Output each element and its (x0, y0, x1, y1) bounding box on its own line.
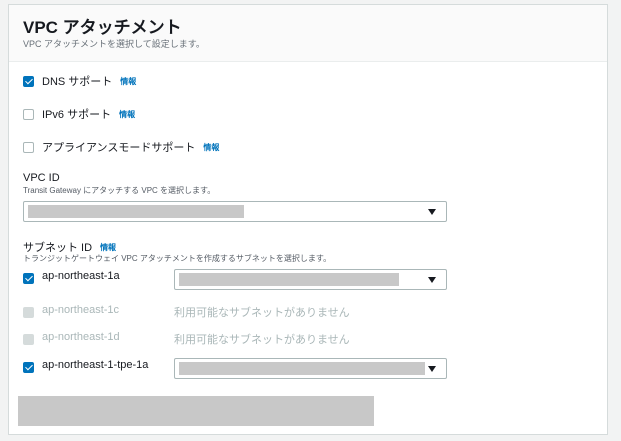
appliance-mode-label: アプライアンスモードサポート (42, 142, 196, 154)
dns-support-option[interactable]: DNS サポート 情報 (23, 73, 136, 89)
chevron-down-icon (428, 277, 436, 283)
az-tpe-1a-subnet-value-redacted (179, 362, 425, 375)
chevron-down-icon (428, 209, 436, 215)
ipv6-support-option[interactable]: IPv6 サポート 情報 (23, 106, 135, 122)
vpc-id-description: Transit Gateway にアタッチする VPC を選択します。 (23, 186, 216, 195)
az-tpe-1a-checkbox[interactable] (23, 362, 34, 373)
az-tpe-1a-subnet-select[interactable] (174, 358, 447, 379)
az-1a-subnet-value-redacted (179, 273, 399, 286)
dns-support-label: DNS サポート (42, 76, 113, 88)
chevron-down-icon (428, 366, 436, 372)
ipv6-support-label: IPv6 サポート (42, 109, 112, 121)
ipv6-support-checkbox[interactable] (23, 108, 34, 120)
az-1a-subnet-select[interactable] (174, 269, 447, 290)
appliance-mode-option[interactable]: アプライアンスモードサポート 情報 (23, 139, 219, 155)
vpc-attachment-panel: VPC アタッチメント VPC アタッチメントを選択して設定します。 DNS サ… (8, 4, 608, 435)
az-1c-label: ap-northeast-1c (42, 304, 120, 316)
vpc-id-value-redacted (28, 205, 244, 218)
az-1a-checkbox[interactable] (23, 273, 34, 284)
az-1c-status: 利用可能なサブネットがありません (174, 307, 350, 319)
dns-support-info-link[interactable]: 情報 (120, 76, 136, 87)
redacted-block (18, 396, 374, 426)
vpc-id-select[interactable] (23, 201, 447, 222)
az-1d-status: 利用可能なサブネットがありません (174, 334, 350, 346)
appliance-mode-checkbox[interactable] (23, 141, 34, 153)
az-1d-label: ap-northeast-1d (42, 331, 120, 343)
subnet-id-description: トランジットゲートウェイ VPC アタッチメントを作成するサブネットを選択します… (23, 254, 332, 263)
section-title: VPC アタッチメント (23, 18, 182, 37)
az-1c-checkbox (23, 307, 34, 318)
az-1d-checkbox (23, 334, 34, 345)
appliance-mode-info-link[interactable]: 情報 (203, 142, 219, 153)
panel-header: VPC アタッチメント VPC アタッチメントを選択して設定します。 (9, 5, 607, 62)
section-description: VPC アタッチメントを選択して設定します。 (23, 39, 205, 49)
dns-support-checkbox[interactable] (23, 75, 34, 87)
az-tpe-1a-label: ap-northeast-1-tpe-1a (42, 359, 149, 371)
ipv6-support-info-link[interactable]: 情報 (119, 109, 135, 120)
az-1a-label: ap-northeast-1a (42, 270, 120, 282)
vpc-id-label: VPC ID (23, 172, 60, 184)
subnet-id-info-link[interactable]: 情報 (100, 242, 116, 253)
